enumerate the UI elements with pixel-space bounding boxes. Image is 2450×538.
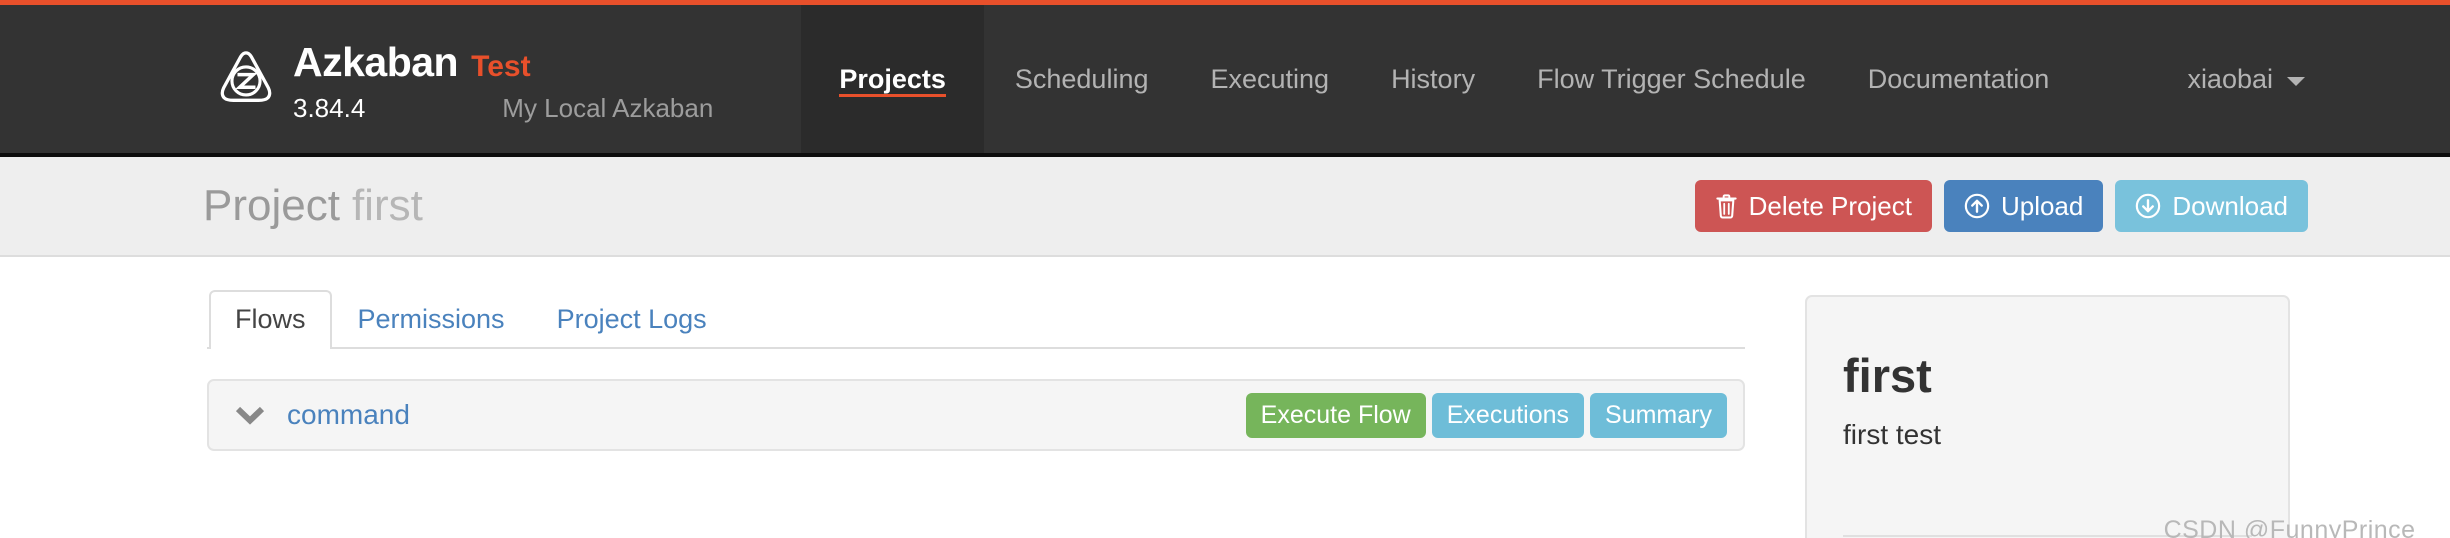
watermark: CSDN @FunnyPrince_ [2163, 516, 2430, 538]
content-area: Flows Permissions Project Logs command E… [0, 257, 2450, 538]
nav-item-label: Documentation [1867, 63, 2050, 94]
nav-item-label: History [1391, 63, 1476, 94]
flow-list: command Execute Flow Executions Summary [207, 379, 1745, 451]
button-label: Summary [1605, 400, 1712, 429]
flow-row-left: command [235, 401, 410, 429]
tab-flows[interactable]: Flows [209, 290, 332, 349]
project-summary-description: first test [1843, 419, 1942, 450]
flow-name-link[interactable]: command [287, 401, 410, 429]
project-summary-title: first [1843, 349, 1932, 402]
arrow-down-circle-icon [2136, 193, 2161, 219]
nav-item-projects[interactable]: Projects [801, 5, 984, 153]
button-label: Upload [2000, 191, 2084, 221]
nav-item-history[interactable]: History [1360, 5, 1506, 153]
trash-icon [1715, 193, 1737, 219]
tab-label: Project Logs [556, 304, 707, 334]
arrow-up-circle-icon [1964, 193, 1990, 219]
page-title-prefix: Project [203, 181, 340, 230]
upload-button[interactable]: Upload [1943, 180, 2104, 232]
nav-item-flow-trigger-schedule[interactable]: Flow Trigger Schedule [1506, 5, 1837, 153]
tab-label: Flows [235, 304, 306, 334]
nav-item-label: Projects [839, 63, 946, 94]
download-button[interactable]: Download [2115, 180, 2308, 232]
user-menu-label: xiaobai [2187, 63, 2273, 94]
nav-item-label: Scheduling [1014, 63, 1149, 94]
azkaban-logo-icon [220, 51, 272, 102]
page-title-name: first [351, 181, 423, 230]
flow-actions: Execute Flow Executions Summary [1245, 392, 1727, 438]
brand-tag: Test [471, 49, 531, 83]
delete-project-button[interactable]: Delete Project [1694, 180, 1932, 232]
chevron-down-icon [2287, 76, 2305, 86]
user-menu[interactable]: xiaobai [2187, 5, 2305, 153]
tab-label: Permissions [357, 304, 505, 334]
project-summary-card: first first test [1805, 295, 2290, 538]
button-label: Download [2172, 191, 2288, 221]
nav-active-underline [839, 94, 946, 97]
flow-row[interactable]: command Execute Flow Executions Summary [207, 379, 1745, 451]
button-label: Executions [1446, 400, 1570, 429]
executions-button[interactable]: Executions [1431, 392, 1585, 438]
tab-permissions[interactable]: Permissions [332, 290, 531, 347]
button-label: Execute Flow [1260, 400, 1411, 429]
summary-button[interactable]: Summary [1590, 392, 1727, 438]
execute-flow-button[interactable]: Execute Flow [1245, 392, 1426, 438]
brand-name: Azkaban [293, 38, 459, 85]
nav-item-label: Executing [1210, 63, 1330, 94]
sidebar-column: first first test [1805, 257, 2290, 538]
nav-item-executing[interactable]: Executing [1179, 5, 1360, 153]
chevron-down-icon[interactable] [235, 405, 265, 425]
brand-version: 3.84.4 [293, 92, 366, 123]
tab-project-logs[interactable]: Project Logs [531, 290, 733, 347]
main-navbar: Azkaban Test 3.84.4 My Local Azkaban Pro… [0, 5, 2450, 157]
nav-item-documentation[interactable]: Documentation [1837, 5, 2081, 153]
nav-item-label: Flow Trigger Schedule [1537, 63, 1806, 94]
main-column: Flows Permissions Project Logs command E… [207, 257, 1745, 538]
page-title: Project first [0, 184, 423, 228]
primary-nav: Projects Scheduling Executing History Fl… [801, 5, 2080, 153]
brand-block[interactable]: Azkaban Test 3.84.4 My Local Azkaban [0, 5, 713, 153]
project-tabs: Flows Permissions Project Logs [207, 289, 1745, 349]
nav-item-scheduling[interactable]: Scheduling [984, 5, 1180, 153]
header-actions: Delete Project Upload Download [1694, 180, 2308, 232]
page-header-band: Project first Delete Project Upload Down… [0, 157, 2450, 257]
brand-subtitle: My Local Azkaban [502, 92, 714, 123]
button-label: Delete Project [1748, 191, 1912, 221]
